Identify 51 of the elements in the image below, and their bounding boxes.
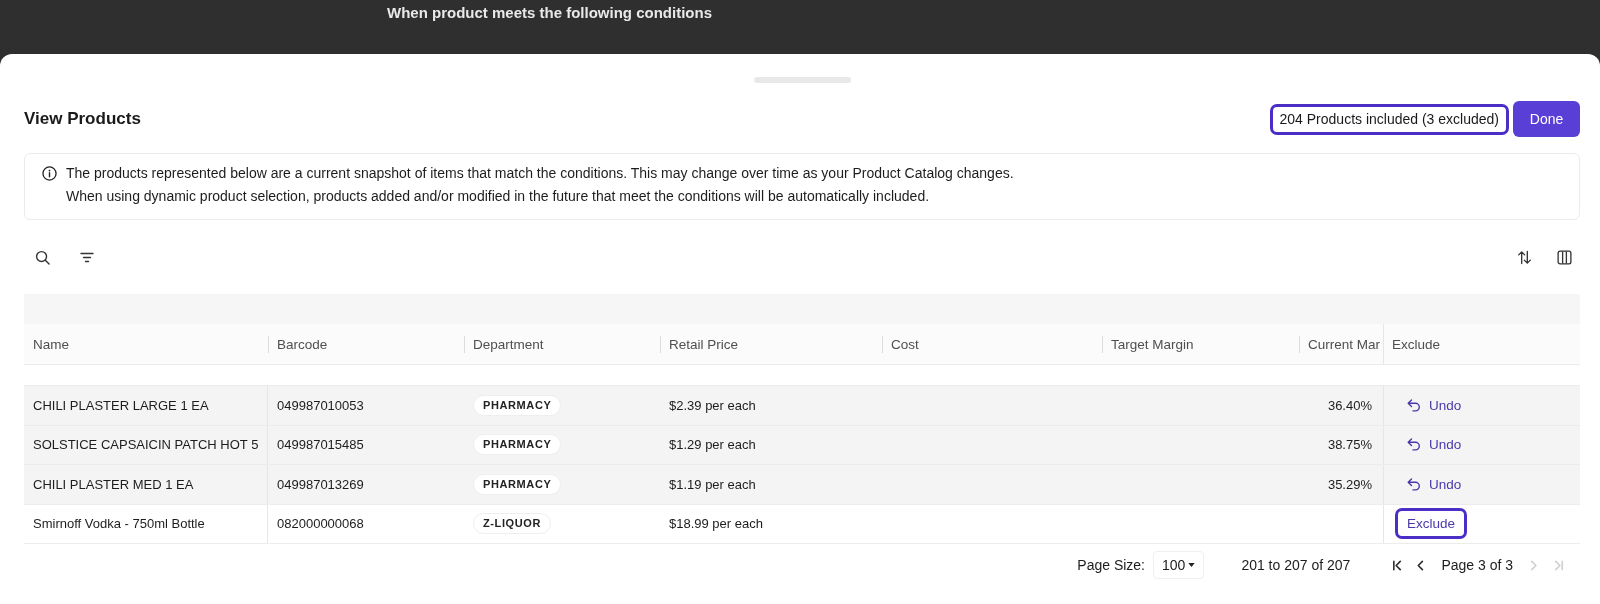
barcode-text: 082000000068 — [277, 516, 364, 532]
notice-text: When using dynamic product selection, products added and/or modified in the future that meet the conditions will be automatically included. — [66, 187, 931, 206]
column-header[interactable]: Barcode — [277, 336, 328, 352]
barcode-text: 049987010053 — [277, 397, 364, 413]
product-name: CHILI PLASTER LARGE 1 EA — [33, 397, 209, 413]
department-tag: PHARMACY — [473, 473, 562, 495]
column-header[interactable]: Target Margin — [1111, 336, 1194, 352]
filter-icon[interactable] — [80, 251, 94, 263]
margin-value: 38.75% — [1327, 437, 1372, 453]
undo-icon — [1407, 438, 1421, 452]
dialog-title: View Products — [24, 109, 141, 129]
section-heading: When product meets the following conditions — [387, 4, 712, 21]
margin-value: 36.40% — [1327, 397, 1372, 413]
done-button[interactable]: Done — [1513, 101, 1580, 137]
caret-icon — [1188, 563, 1196, 567]
exclude-button[interactable]: Exclude — [1395, 508, 1468, 540]
columns-icon[interactable] — [1557, 249, 1572, 265]
column-header[interactable]: Exclude — [1392, 336, 1441, 352]
undo-icon — [1407, 477, 1421, 491]
column-header[interactable]: Cost — [891, 336, 919, 352]
included-summary-button[interactable]: 204 Products included (3 excluded) — [1269, 103, 1509, 135]
info-icon — [42, 166, 57, 181]
page-size-label: Page Size: — [1077, 557, 1145, 573]
undo-button[interactable]: Undo — [1395, 389, 1474, 421]
retail-price: $1.29 per each — [669, 437, 756, 453]
product-name: SOLSTICE CAPSAICIN PATCH HOT 5 — [33, 437, 259, 453]
barcode-text: 049987013269 — [277, 476, 364, 492]
notice-text: The products represented below are a current snapshot of items that match the conditions. This may change over time as your Product Catalog changes. — [66, 164, 1014, 183]
retail-price: $2.39 per each — [669, 397, 756, 413]
column-header[interactable]: Department — [473, 336, 544, 352]
column-header[interactable]: Name — [33, 336, 69, 352]
undo-button[interactable]: Undo — [1395, 429, 1474, 461]
product-name: Smirnoff Vodka - 750ml Bottle — [33, 516, 205, 532]
page-size-select[interactable]: 100 — [1153, 551, 1205, 579]
product-name: CHILI PLASTER MED 1 EA — [33, 476, 194, 492]
retail-price: $18.99 per each — [669, 516, 763, 532]
search-icon[interactable] — [35, 249, 50, 265]
undo-icon — [1407, 398, 1421, 412]
column-header[interactable]: Current Mar — [1308, 336, 1380, 352]
department-tag: Z-LIQUOR — [473, 513, 551, 535]
sort-icon[interactable] — [1517, 249, 1532, 265]
barcode-text: 049987015485 — [277, 437, 364, 453]
undo-button[interactable]: Undo — [1395, 468, 1474, 500]
margin-value: 35.29% — [1327, 476, 1372, 492]
retail-price: $1.19 per each — [669, 476, 756, 492]
page-indicator: Page 3 of 3 — [1441, 557, 1513, 573]
department-tag: PHARMACY — [473, 394, 562, 416]
page-range: 201 to 207 of 207 — [1241, 557, 1351, 573]
first-page-icon[interactable] — [1392, 559, 1404, 571]
column-header[interactable]: Retail Price — [669, 336, 739, 352]
department-tag: PHARMACY — [473, 434, 562, 456]
